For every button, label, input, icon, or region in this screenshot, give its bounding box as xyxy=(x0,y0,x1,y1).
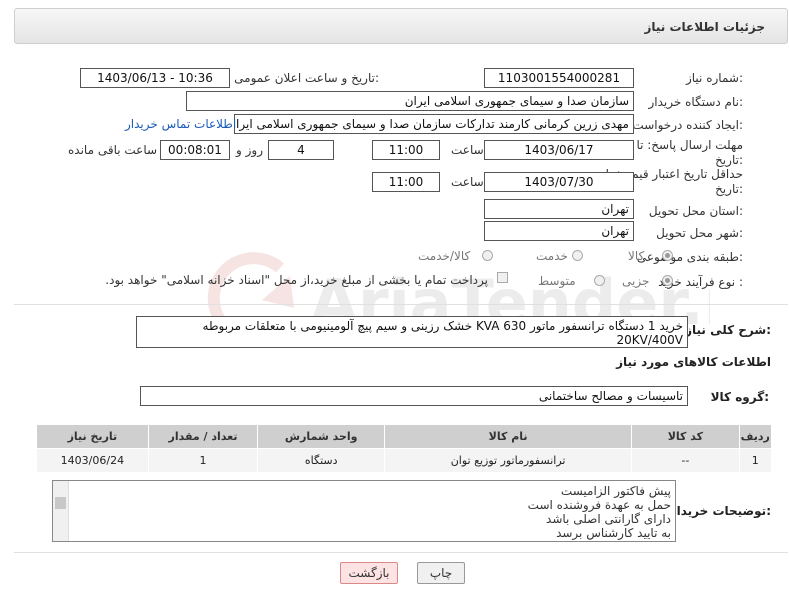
category-option-service: خدمت xyxy=(536,249,568,263)
buyer-org-label: نام دستگاه خریدار: xyxy=(648,95,744,109)
goods-group-label: گروه کالا: xyxy=(710,390,769,404)
purchase-radio-medium[interactable] xyxy=(594,275,605,286)
treasury-payment-note: پرداخت تمام یا بخشی از مبلغ خرید،از محل … xyxy=(105,273,488,287)
reply-date-field[interactable]: 1403/06/17 xyxy=(484,140,634,160)
need-number-label: شماره نیاز: xyxy=(685,71,743,85)
purchase-option-medium: متوسط xyxy=(538,274,576,288)
note-line: به تایید کارشناس برسد xyxy=(556,526,671,540)
announce-field[interactable]: 1403/06/13 - 10:36 xyxy=(80,68,230,88)
province-label: استان محل تحویل: xyxy=(648,204,743,218)
treasury-payment-checkbox[interactable] xyxy=(497,272,508,283)
goods-group-field[interactable]: تاسیسات و مصالح ساختمانی xyxy=(140,386,688,406)
goods-section-title: اطلاعات کالاهای مورد نیاز xyxy=(616,355,771,369)
days-field[interactable]: 4 xyxy=(268,140,334,160)
creator-label: ایجاد کننده درخواست: xyxy=(632,118,743,132)
validity-time-field[interactable]: 11:00 xyxy=(372,172,440,192)
reply-time-field[interactable]: 11:00 xyxy=(372,140,440,160)
cell-code: -- xyxy=(631,448,740,473)
description-label: شرح کلی نیاز: xyxy=(685,323,771,337)
buyer-contact-link[interactable]: اطلاعات تماس خریدار xyxy=(125,117,236,131)
category-option-goods: کالا xyxy=(628,249,645,263)
table-row[interactable]: 1 -- ترانسفورماتور توزیع توان دستگاه 1 1… xyxy=(36,448,773,473)
cell-name: ترانسفورماتور توزیع توان xyxy=(384,448,633,473)
cell-date: 1403/06/24 xyxy=(36,448,149,473)
col-code-header: کد کالا xyxy=(631,424,740,449)
category-radio-service[interactable] xyxy=(572,250,583,261)
print-button[interactable]: چاپ xyxy=(417,562,465,584)
back-button[interactable]: بازگشت xyxy=(340,562,398,584)
category-radio-goods[interactable] xyxy=(662,250,673,261)
items-table: ردیف کد کالا نام کالا واحد شمارش تعداد /… xyxy=(36,424,773,473)
table-header-row: ردیف کد کالا نام کالا واحد شمارش تعداد /… xyxy=(36,424,773,449)
note-line: دارای گارانتی اصلی باشد xyxy=(546,512,671,526)
validity-date-field[interactable]: 1403/07/30 xyxy=(484,172,634,192)
reply-time-label: ساعت xyxy=(451,143,484,157)
province-field[interactable]: تهران xyxy=(484,199,634,219)
col-unit-header: واحد شمارش xyxy=(257,424,386,449)
category-radio-goods-service[interactable] xyxy=(482,250,493,261)
buyer-notes-field[interactable]: پیش فاکتور الزامیست حمل به عهدة فروشنده … xyxy=(52,480,676,542)
page-title: جزئیات اطلاعات نیاز xyxy=(644,20,765,34)
need-number-field[interactable]: 1103001554000281 xyxy=(484,68,634,88)
remaining-time-field[interactable]: 00:08:01 xyxy=(160,140,230,160)
reply-deadline-label: مهلت ارسال پاسخ: تا xyxy=(636,138,743,152)
purchase-option-minor: جزیی xyxy=(622,274,650,288)
col-date-header: تاریخ نیاز xyxy=(36,424,149,449)
notes-scrollbar[interactable] xyxy=(53,481,69,541)
col-name-header: نام کالا xyxy=(384,424,633,449)
reply-deadline-label-2: تاریخ: xyxy=(715,153,743,167)
buyer-org-field[interactable]: سازمان صدا و سیمای جمهوری اسلامی ایران xyxy=(186,91,634,111)
days-label: روز و xyxy=(236,143,263,157)
cell-qty: 1 xyxy=(147,448,259,473)
category-label: طبقه بندی موضوعی: xyxy=(636,250,743,264)
purchase-radio-minor[interactable] xyxy=(662,275,673,286)
note-line: حمل به عهدة فروشنده است xyxy=(527,498,671,512)
scrollbar-thumb[interactable] xyxy=(55,497,66,509)
validity-time-label: ساعت xyxy=(451,175,484,189)
category-option-goods-service: کالا/خدمت xyxy=(418,249,471,263)
col-qty-header: تعداد / مقدار xyxy=(147,424,259,449)
validity-label-2: تاریخ: xyxy=(715,182,743,196)
remaining-label: ساعت باقی مانده xyxy=(68,143,158,157)
city-label: شهر محل تحویل: xyxy=(656,226,743,240)
cell-unit: دستگاه xyxy=(257,448,386,473)
creator-field[interactable]: مهدی زرین کرمانی کارمند تدارکات سازمان ص… xyxy=(234,114,634,134)
description-field[interactable]: خرید 1 دستگاه ترانسفور ماتور KVA 630 خشک… xyxy=(136,316,688,348)
buyer-notes-label: توضیحات خریدار: xyxy=(669,504,771,518)
note-line: پیش فاکتور الزامیست xyxy=(560,484,671,498)
header-panel: جزئیات اطلاعات نیاز xyxy=(14,8,788,44)
city-field[interactable]: تهران xyxy=(484,221,634,241)
announce-label: تاریخ و ساعت اعلان عمومی: xyxy=(234,71,379,85)
col-row-header: ردیف xyxy=(738,424,773,449)
cell-row: 1 xyxy=(738,448,773,473)
